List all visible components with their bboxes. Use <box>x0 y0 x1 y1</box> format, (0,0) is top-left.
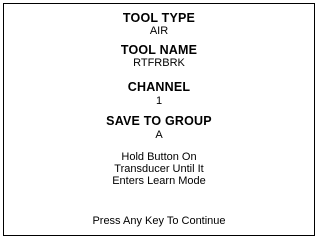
instruction-line: Enters Learn Mode <box>112 175 206 187</box>
save-to-group-label: SAVE TO GROUP <box>106 114 212 128</box>
tool-name-label: TOOL NAME <box>120 43 198 57</box>
channel-label: CHANNEL <box>127 80 191 94</box>
display-screen: TOOL TYPE AIR TOOL NAME RTFRBRK CHANNEL … <box>3 3 315 236</box>
instruction-line: Hold Button On <box>121 151 197 163</box>
tool-type-value: AIR <box>149 25 169 37</box>
instruction-line: Transducer Until It <box>114 163 204 175</box>
tool-name-value: RTFRBRK <box>133 57 185 69</box>
tool-type-label: TOOL TYPE <box>122 11 196 25</box>
save-to-group-value: A <box>155 129 163 141</box>
channel-value: 1 <box>155 95 163 107</box>
continue-prompt: Press Any Key To Continue <box>92 215 226 227</box>
